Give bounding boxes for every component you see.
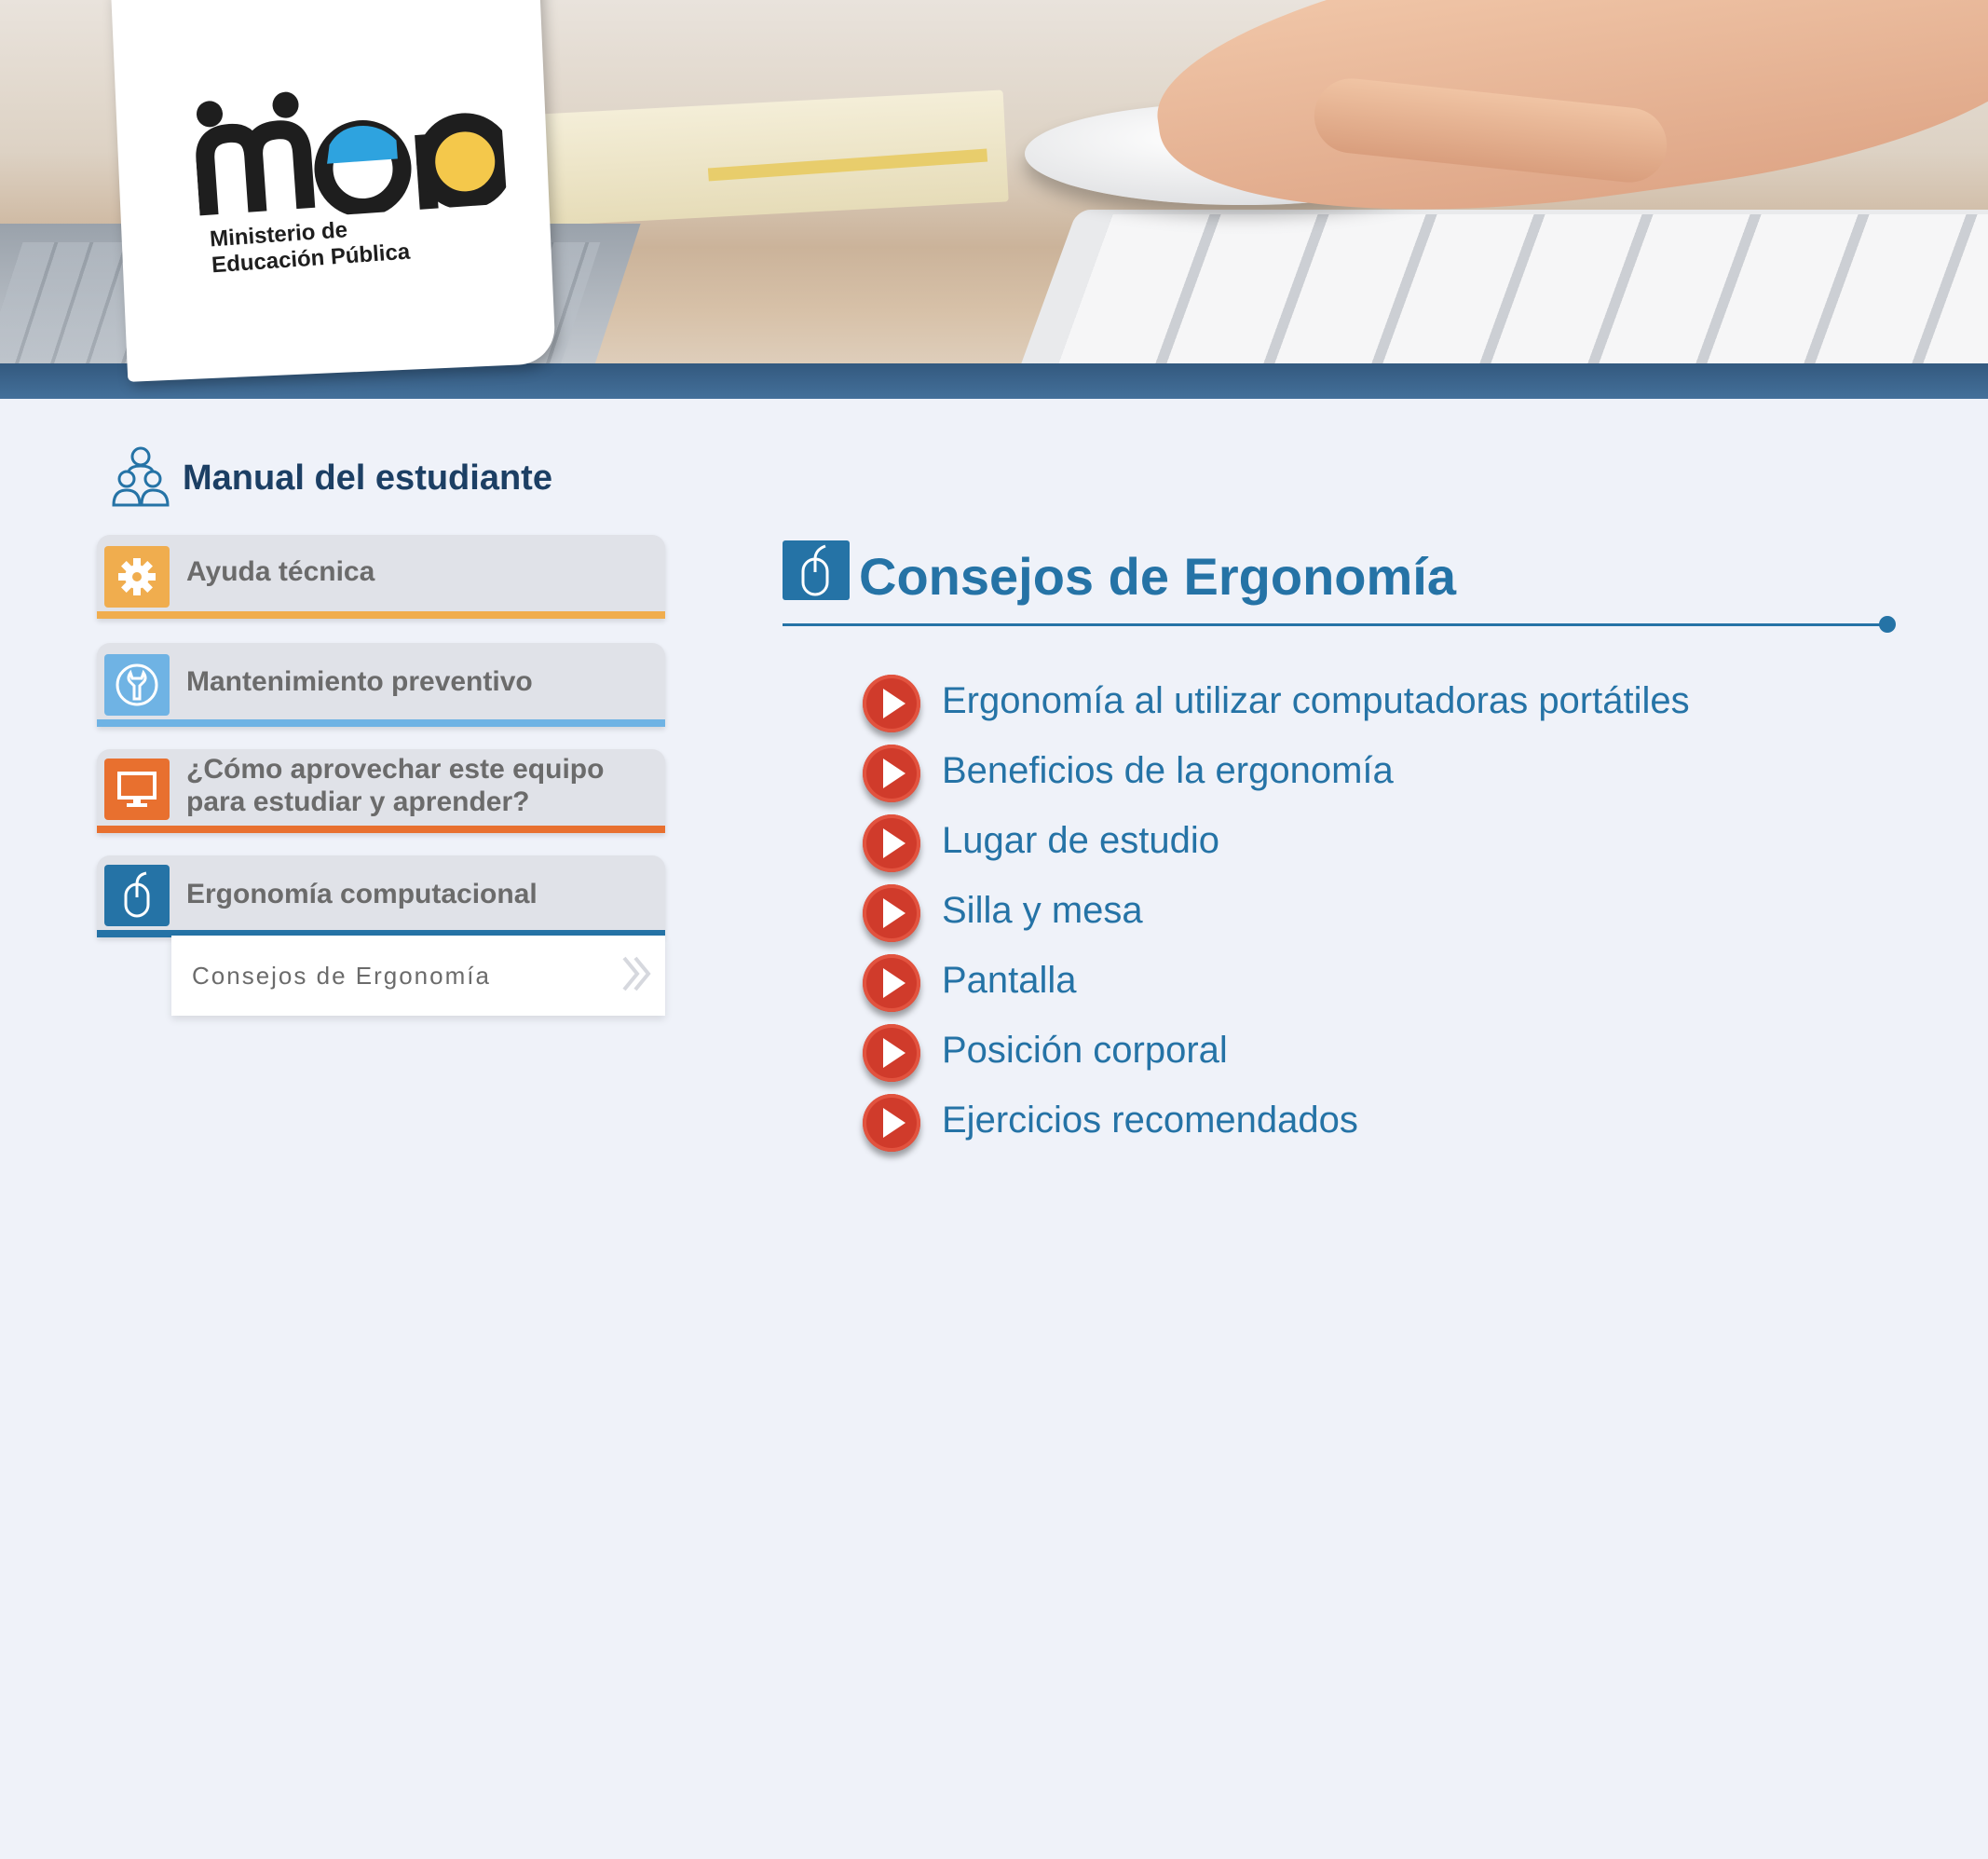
topic-link[interactable]: Posición corporal: [863, 1024, 1981, 1084]
sidebar-item-underline: [97, 826, 665, 833]
topic-link[interactable]: Lugar de estudio: [863, 814, 1981, 874]
gear-icon: [104, 546, 170, 608]
sidebar-title: Manual del estudiante: [183, 458, 552, 498]
play-icon[interactable]: [863, 814, 920, 872]
topic-label[interactable]: Silla y mesa: [942, 890, 1143, 932]
play-icon[interactable]: [863, 1094, 920, 1152]
header-banner: Ministerio de Educación Pública: [0, 0, 1988, 399]
page-title: Consejos de Ergonomía: [859, 547, 1456, 606]
sidebar-item-underline: [97, 719, 665, 727]
topic-label[interactable]: Ergonomía al utilizar computadoras portá…: [942, 680, 1690, 722]
play-icon[interactable]: [863, 954, 920, 1012]
double-chevron-right-icon: [622, 956, 651, 991]
sidebar-item-mantenimiento[interactable]: Mantenimiento preventivo: [97, 643, 665, 727]
topic-link[interactable]: Ejercicios recomendados: [863, 1094, 1981, 1154]
title-divider-dot: [1879, 616, 1896, 633]
topic-label[interactable]: Ejercicios recomendados: [942, 1100, 1358, 1141]
mep-logo[interactable]: [192, 74, 508, 226]
sidebar-item-ergonomia-computacional[interactable]: Ergonomía computacional: [97, 855, 665, 937]
topic-link[interactable]: Beneficios de la ergonomía: [863, 745, 1981, 804]
topic-label[interactable]: Lugar de estudio: [942, 820, 1219, 862]
play-icon[interactable]: [863, 675, 920, 732]
sidebar-subitem-label: Consejos de Ergonomía: [192, 962, 491, 990]
sidebar-item-label: ¿Cómo aprovechar este equipo para estudi…: [186, 754, 605, 817]
play-icon[interactable]: [863, 1024, 920, 1082]
main-mouse-icon: [783, 540, 850, 600]
topic-link[interactable]: Silla y mesa: [863, 884, 1981, 944]
topic-link[interactable]: Ergonomía al utilizar computadoras portá…: [863, 675, 1981, 734]
sidebar-item-underline: [97, 611, 665, 619]
play-icon[interactable]: [863, 884, 920, 942]
topic-link[interactable]: Pantalla: [863, 954, 1981, 1014]
title-divider: [783, 623, 1884, 626]
students-icon: [112, 446, 170, 507]
play-icon[interactable]: [863, 745, 920, 802]
sidebar-item-label: Ergonomía computacional: [186, 879, 538, 909]
sidebar-subitem-consejos[interactable]: Consejos de Ergonomía: [171, 936, 665, 1016]
monitor-icon: [104, 759, 170, 820]
topic-label[interactable]: Pantalla: [942, 960, 1077, 1002]
topic-label[interactable]: Beneficios de la ergonomía: [942, 750, 1394, 792]
wrench-icon: [104, 654, 170, 716]
sidebar-item-label: Mantenimiento preventivo: [186, 666, 533, 697]
sidebar-item-ayuda-tecnica[interactable]: Ayuda técnica: [97, 535, 665, 619]
sidebar-item-como-aprovechar[interactable]: ¿Cómo aprovechar este equipo para estudi…: [97, 749, 665, 833]
mouse-icon: [104, 865, 170, 926]
topic-label[interactable]: Posición corporal: [942, 1030, 1228, 1072]
sidebar-item-label: Ayuda técnica: [186, 556, 375, 587]
